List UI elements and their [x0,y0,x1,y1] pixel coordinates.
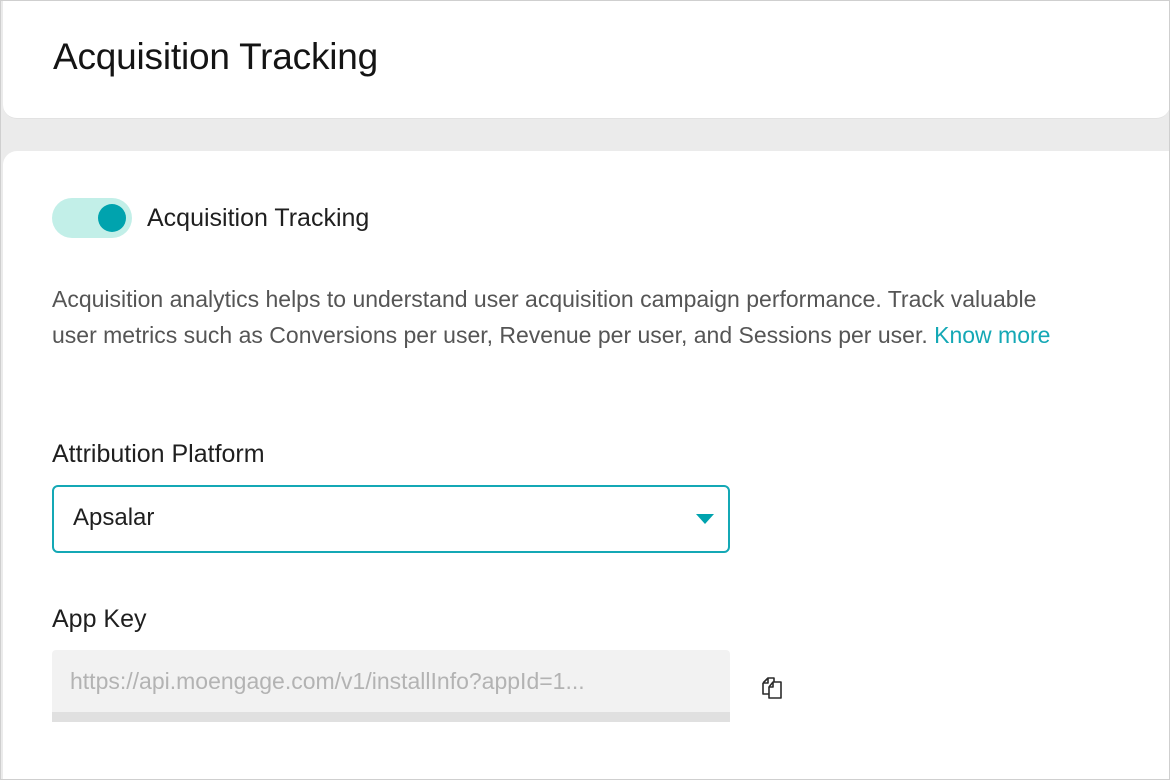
page-header: Acquisition Tracking [3,0,1170,119]
description-body: Acquisition analytics helps to understan… [52,286,1037,348]
attribution-platform-select[interactable]: Apsalar [52,485,730,553]
toggle-knob [98,204,126,232]
selected-platform: Apsalar [73,504,155,531]
caret-down-icon [696,514,714,524]
settings-card: Acquisition Tracking Acquisition analyti… [3,151,1170,780]
acquisition-tracking-toggle-row: Acquisition Tracking [52,198,369,238]
page-title: Acquisition Tracking [53,36,379,77]
attribution-platform-label: Attribution Platform [52,440,265,468]
acquisition-tracking-toggle[interactable] [52,198,132,238]
copy-icon[interactable] [757,671,787,701]
description-text: Acquisition analytics helps to understan… [52,281,1082,353]
app-key-input[interactable] [52,650,730,722]
know-more-link[interactable]: Know more [934,322,1050,348]
app-key-label: App Key [52,605,147,633]
toggle-label: Acquisition Tracking [147,203,370,232]
